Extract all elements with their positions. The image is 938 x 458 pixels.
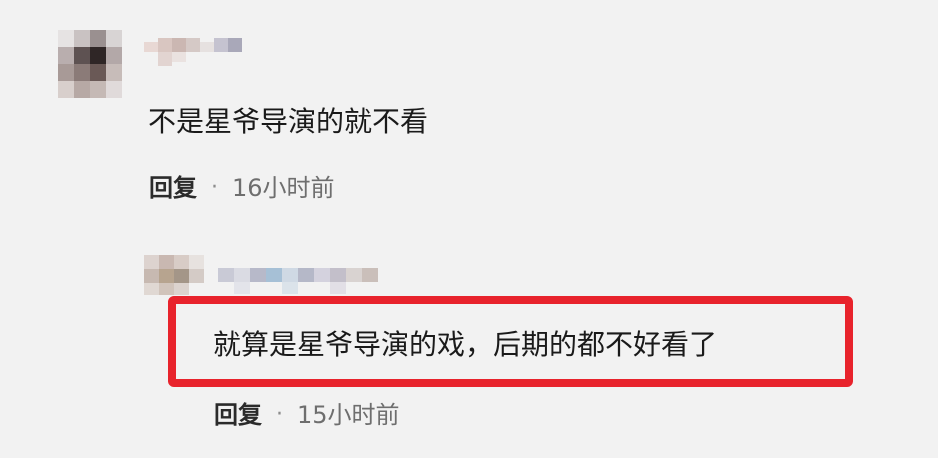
- comment-thread: 不是星爷导演的就不看 回复 · 16小时前 就算是星爷导演的戏，后期的都不好看了…: [0, 0, 938, 458]
- meta-separator: ·: [211, 175, 218, 200]
- username[interactable]: [144, 38, 254, 68]
- avatar[interactable]: [144, 255, 204, 295]
- reply-button[interactable]: 回复: [149, 173, 197, 203]
- comment-meta: 回复 · 16小时前: [149, 173, 335, 203]
- avatar[interactable]: [58, 30, 122, 98]
- reply-button[interactable]: 回复: [214, 400, 262, 430]
- comment-text: 不是星爷导演的就不看: [148, 105, 429, 138]
- username[interactable]: [218, 266, 378, 296]
- comment-text: 就算是星爷导演的戏，后期的都不好看了: [213, 328, 718, 361]
- meta-separator: ·: [276, 402, 283, 427]
- comment-meta: 回复 · 15小时前: [214, 400, 400, 430]
- comment-timestamp: 15小时前: [297, 401, 400, 429]
- comment-timestamp: 16小时前: [232, 174, 335, 202]
